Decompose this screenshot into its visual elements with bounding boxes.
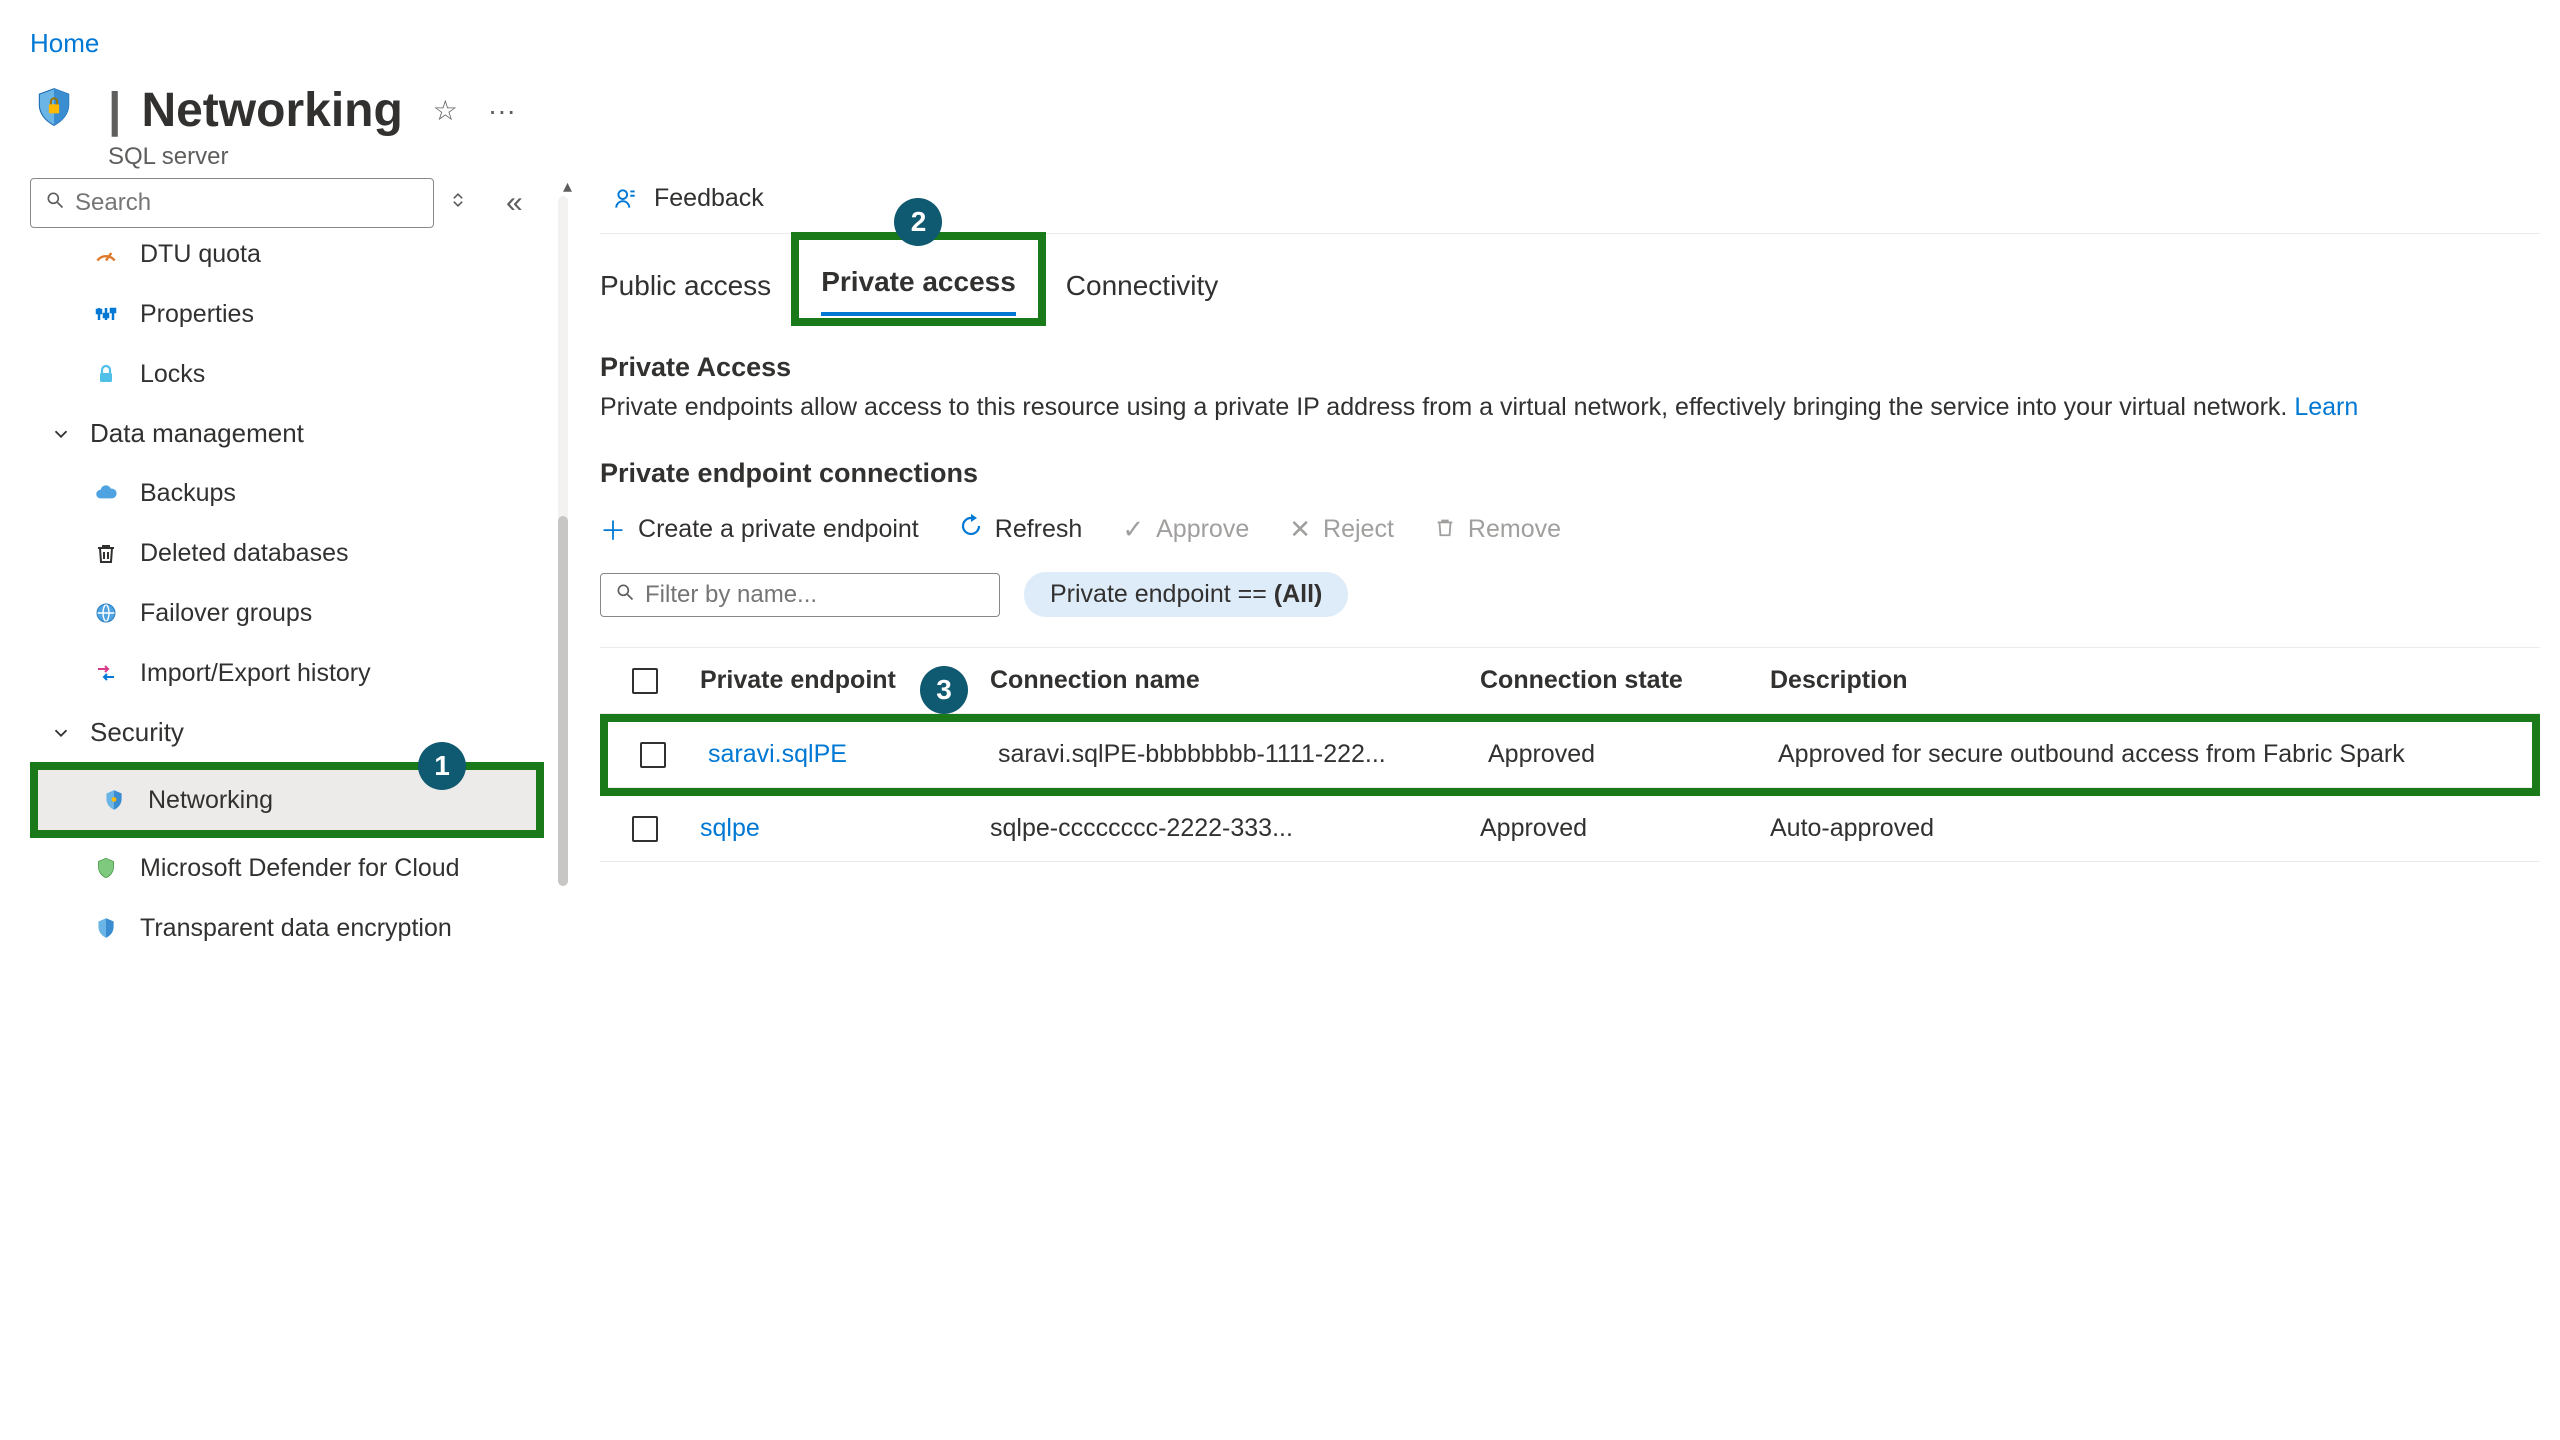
- select-all-checkbox[interactable]: [632, 668, 658, 694]
- refresh-button[interactable]: Refresh: [959, 514, 1083, 545]
- expand-icon[interactable]: [448, 190, 468, 216]
- collapse-sidebar-icon[interactable]: «: [506, 186, 523, 220]
- sidebar-item-label: DTU quota: [140, 240, 261, 269]
- more-icon[interactable]: ···: [488, 95, 516, 127]
- sidebar-item-label: Locks: [140, 360, 205, 389]
- favorite-star-icon[interactable]: ☆: [433, 94, 458, 127]
- callout-badge-2: 2: [894, 198, 942, 246]
- tab-public-access[interactable]: Public access: [600, 256, 771, 316]
- tab-connectivity[interactable]: Connectivity: [1066, 256, 1219, 316]
- search-icon: [45, 189, 65, 217]
- approve-button: ✓ Approve: [1122, 514, 1249, 545]
- sidebar-section-security[interactable]: Security: [30, 703, 544, 762]
- feedback-label: Feedback: [654, 184, 764, 213]
- chevron-down-icon: [46, 722, 76, 744]
- row-checkbox[interactable]: [632, 816, 658, 842]
- col-connection-name[interactable]: Connection name: [990, 666, 1480, 695]
- resource-subtitle: SQL server: [108, 143, 228, 171]
- sidebar-section-data-management[interactable]: Data management: [30, 404, 544, 463]
- sidebar-item-label: Networking: [148, 786, 273, 815]
- chevron-down-icon: [46, 423, 76, 445]
- sidebar-item-locks[interactable]: Locks: [30, 344, 544, 404]
- table-row[interactable]: sqlpe sqlpe-cccccccc-2222-333... Approve…: [600, 796, 2540, 862]
- section-title: Private Access: [600, 352, 2540, 383]
- sidebar-item-failover-groups[interactable]: Failover groups: [30, 583, 544, 643]
- sidebar-item-label: Microsoft Defender for Cloud: [140, 854, 460, 883]
- sidebar-item-backups[interactable]: Backups: [30, 463, 544, 523]
- callout-badge-3: 3: [920, 666, 968, 714]
- globe-icon: [90, 597, 122, 629]
- search-input[interactable]: [30, 178, 434, 228]
- callout-1-box: 1 Networking: [30, 762, 544, 838]
- endpoint-link[interactable]: saravi.sqlPE: [708, 740, 998, 769]
- filter-pill-endpoint[interactable]: Private endpoint == (All): [1024, 572, 1348, 617]
- breadcrumb: Home: [30, 28, 2540, 59]
- cloud-icon: [90, 477, 122, 509]
- callout-2-box: 2: [791, 232, 1046, 326]
- callout-badge-1: 1: [418, 742, 466, 790]
- search-input-field[interactable]: [75, 189, 419, 217]
- shield-icon: [98, 784, 130, 816]
- page-title: Networking: [141, 83, 402, 138]
- sidebar-item-label: Backups: [140, 479, 236, 508]
- sidebar-item-defender[interactable]: Microsoft Defender for Cloud: [30, 838, 544, 898]
- breadcrumb-home[interactable]: Home: [30, 28, 99, 58]
- defender-icon: [90, 852, 122, 884]
- section-label: Security: [90, 717, 184, 748]
- resource-icon: [30, 83, 78, 131]
- sidebar-item-label: Failover groups: [140, 599, 312, 628]
- connection-state: Approved: [1480, 814, 1770, 843]
- connection-state: Approved: [1488, 740, 1778, 769]
- create-endpoint-button[interactable]: ＋ Create a private endpoint: [600, 511, 919, 548]
- connection-name: saravi.sqlPE-bbbbbbbb-1111-222...: [998, 740, 1488, 769]
- title-separator: |: [108, 83, 121, 138]
- feedback-button[interactable]: Feedback: [600, 178, 2540, 234]
- subsection-title: Private endpoint connections: [600, 458, 2540, 489]
- search-icon: [615, 581, 635, 609]
- sidebar-item-label: Import/Export history: [140, 659, 371, 688]
- trash-icon: [90, 537, 122, 569]
- filter-name-input[interactable]: [600, 573, 1000, 617]
- check-icon: ✓: [1122, 514, 1144, 545]
- filter-input-field[interactable]: [645, 581, 985, 609]
- refresh-icon: [959, 514, 983, 545]
- remove-button: Remove: [1434, 514, 1561, 545]
- endpoint-table: Private endpoint Connection name Connect…: [600, 647, 2540, 862]
- x-icon: ✕: [1289, 514, 1311, 545]
- lock-icon: [90, 358, 122, 390]
- trash-icon: [1434, 514, 1456, 545]
- row-description: Auto-approved: [1770, 814, 2530, 843]
- toolbar: ＋ Create a private endpoint Refresh ✓ Ap…: [600, 511, 2540, 548]
- section-label: Data management: [90, 418, 304, 449]
- tabs: Public access 2 Private access Connectiv…: [600, 234, 2540, 316]
- feedback-icon: [612, 185, 640, 213]
- plus-icon: ＋: [600, 511, 626, 548]
- sidebar-menu: DTU quota Properties Locks: [30, 234, 544, 944]
- sidebar-item-import-export[interactable]: Import/Export history: [30, 643, 544, 703]
- sidebar-item-properties[interactable]: Properties: [30, 284, 544, 344]
- reject-button: ✕ Reject: [1289, 514, 1394, 545]
- table-header: Private endpoint Connection name Connect…: [600, 647, 2540, 714]
- callout-3-box: 3 saravi.sqlPE saravi.sqlPE-bbbbbbbb-111…: [600, 714, 2540, 796]
- section-description: Private endpoints allow access to this r…: [600, 393, 2540, 422]
- table-row[interactable]: saravi.sqlPE saravi.sqlPE-bbbbbbbb-1111-…: [608, 722, 2532, 788]
- col-description[interactable]: Description: [1770, 666, 2530, 695]
- sidebar-item-deleted-databases[interactable]: Deleted databases: [30, 523, 544, 583]
- row-description: Approved for secure outbound access from…: [1778, 740, 2522, 769]
- gauge-icon: [90, 238, 122, 270]
- sidebar-item-label: Transparent data encryption: [140, 914, 452, 943]
- encryption-icon: [90, 912, 122, 944]
- connection-name: sqlpe-cccccccc-2222-333...: [990, 814, 1480, 843]
- col-connection-state[interactable]: Connection state: [1480, 666, 1770, 695]
- properties-icon: [90, 298, 122, 330]
- learn-more-link[interactable]: Learn: [2294, 393, 2358, 421]
- import-export-icon: [90, 657, 122, 689]
- row-checkbox[interactable]: [640, 742, 666, 768]
- sidebar-item-label: Deleted databases: [140, 539, 348, 568]
- sidebar-item-label: Properties: [140, 300, 254, 329]
- endpoint-link[interactable]: sqlpe: [700, 814, 990, 843]
- sidebar-item-dtu-quota[interactable]: DTU quota: [30, 234, 544, 284]
- sidebar-item-tde[interactable]: Transparent data encryption: [30, 898, 544, 944]
